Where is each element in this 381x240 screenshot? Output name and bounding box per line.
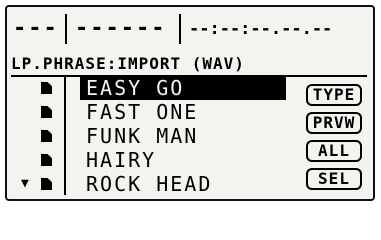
file-icon [41,154,52,166]
status-divider [65,14,67,44]
select-button[interactable]: SEL [306,168,362,190]
list-item[interactable]: FAST ONE [7,101,297,124]
list-item[interactable]: HAIRY [7,149,297,172]
list-item[interactable]: ▼ ROCK HEAD [7,173,297,196]
status-segment-1: --- [13,16,59,41]
file-icon [41,82,52,94]
list-item[interactable]: FUNK MAN [7,125,297,148]
status-bar: --- ------ --:--:--.--.-- [13,14,369,48]
screen-title: LP.PHRASE:IMPORT (WAV) [11,53,367,77]
preview-button[interactable]: PRVW [306,112,362,134]
list-item[interactable]: EASY GO [7,77,297,100]
list-item-name[interactable]: FUNK MAN [80,125,198,148]
file-icon [41,178,52,190]
list-item-name[interactable]: HAIRY [80,149,156,172]
file-icon [41,106,52,118]
all-button[interactable]: ALL [306,140,362,162]
file-list: EASY GO FAST ONE FUNK MAN HAIRY ▼ ROCK H… [7,77,297,197]
list-item-name[interactable]: FAST ONE [80,101,198,124]
list-item-name[interactable]: EASY GO [80,77,286,100]
list-item-name[interactable]: ROCK HEAD [80,173,212,196]
scroll-down-icon: ▼ [21,176,29,191]
lcd-screen: --- ------ --:--:--.--.-- LP.PHRASE:IMPO… [5,5,375,201]
status-segment-2: ------ [75,16,167,41]
status-segment-3: --:--:--.--.-- [189,19,333,39]
type-button[interactable]: TYPE [306,84,362,106]
status-divider [179,14,181,44]
file-icon [41,130,52,142]
